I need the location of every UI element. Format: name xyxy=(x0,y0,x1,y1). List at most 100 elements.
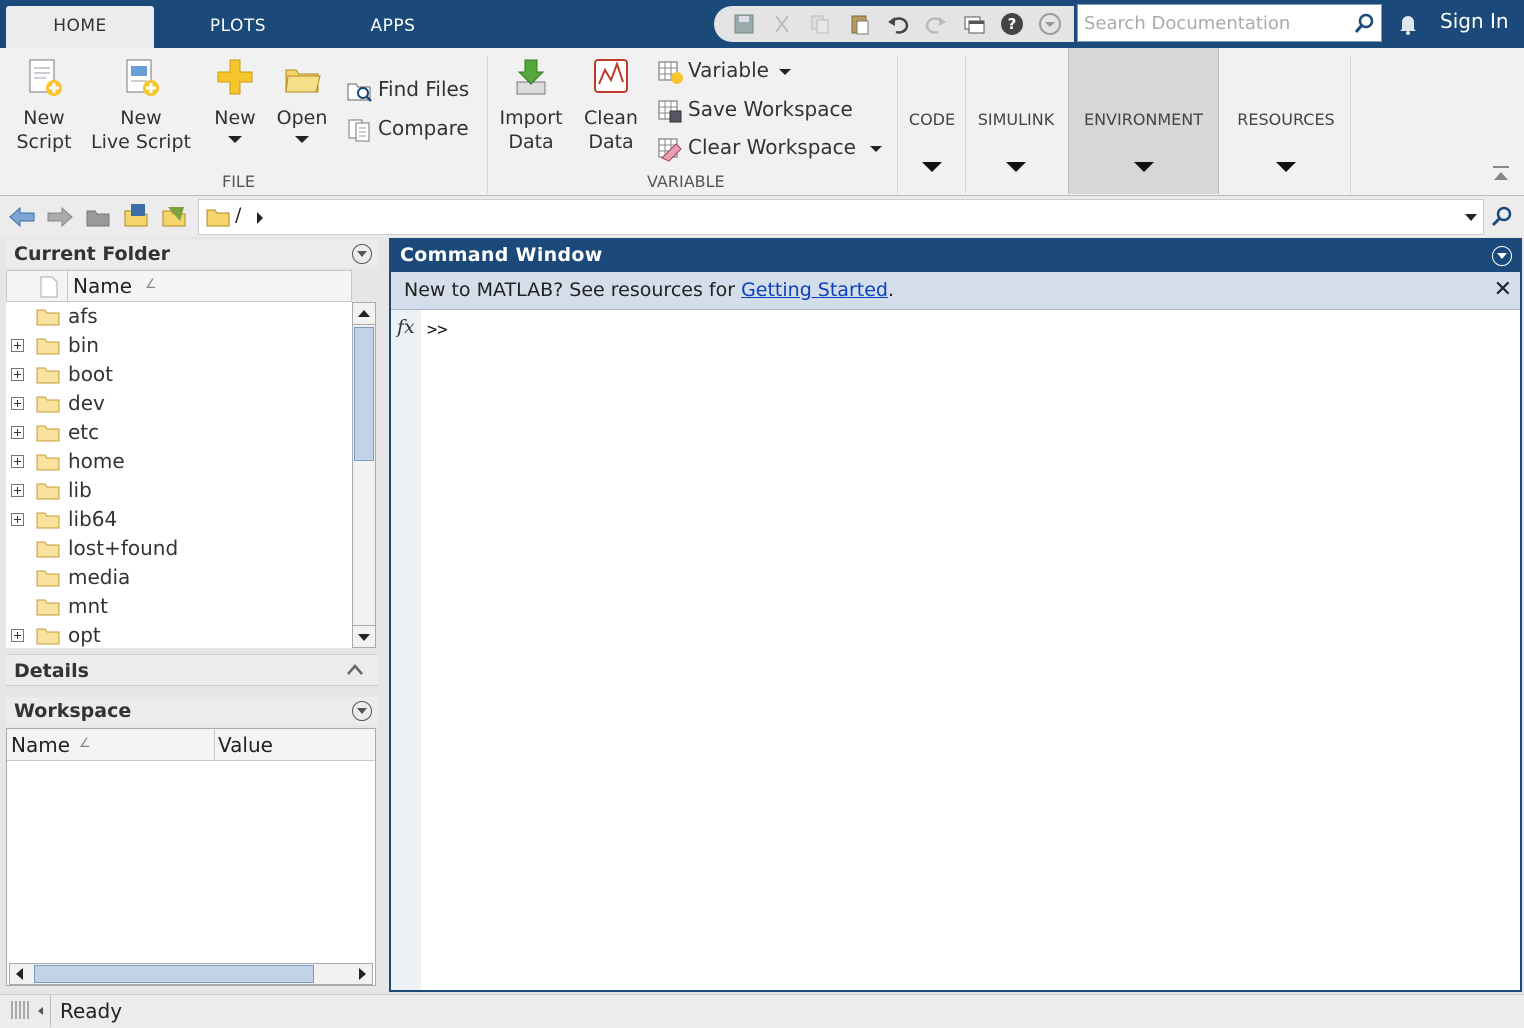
folder-row[interactable]: dev xyxy=(6,389,352,418)
command-window: Command Window New to MATLAB? See resour… xyxy=(389,238,1522,992)
folder-row[interactable]: afs xyxy=(6,302,352,331)
search-folder-icon[interactable] xyxy=(160,201,190,229)
new-script-icon xyxy=(29,59,62,96)
folder-row[interactable]: boot xyxy=(6,360,352,389)
folder-icon xyxy=(36,338,60,355)
tab-home[interactable]: HOME xyxy=(6,6,154,48)
search-icon[interactable] xyxy=(1490,205,1514,229)
sign-in-link[interactable]: Sign In xyxy=(1440,9,1509,33)
chevron-right-icon[interactable] xyxy=(257,212,263,224)
folder-row[interactable]: mnt xyxy=(6,592,352,621)
variable-button[interactable]: Variable xyxy=(656,55,792,85)
panel-actions-icon[interactable] xyxy=(1492,246,1512,266)
path-field[interactable]: / xyxy=(198,199,1484,235)
import-data-icon xyxy=(516,59,546,95)
save-workspace-button[interactable]: Save Workspace xyxy=(656,94,853,124)
expand-icon[interactable] xyxy=(11,513,24,526)
help-icon[interactable]: ? xyxy=(1000,12,1024,36)
expand-icon[interactable] xyxy=(11,629,24,642)
up-folder-icon[interactable] xyxy=(84,203,112,229)
new-script-button[interactable]: New Script xyxy=(8,56,80,154)
notifications-bell-icon[interactable] xyxy=(1396,11,1420,35)
command-prompt[interactable]: >> xyxy=(427,320,447,340)
close-icon[interactable]: ✕ xyxy=(1494,272,1512,308)
search-input[interactable] xyxy=(1078,5,1348,41)
workspace-value-column[interactable]: Value xyxy=(218,733,273,757)
folder-name: mnt xyxy=(68,594,108,618)
folder-name: afs xyxy=(68,304,98,328)
folder-row[interactable]: opt xyxy=(6,621,352,648)
redo-icon[interactable] xyxy=(924,12,948,36)
chevron-left-icon[interactable] xyxy=(16,968,23,980)
folder-row[interactable]: home xyxy=(6,447,352,476)
folder-row[interactable]: lib xyxy=(6,476,352,505)
folder-name: media xyxy=(68,565,131,589)
getting-started-link[interactable]: Getting Started xyxy=(741,279,888,301)
expand-icon[interactable] xyxy=(11,484,24,497)
forward-arrow-icon[interactable] xyxy=(46,205,74,229)
folder-row[interactable]: media xyxy=(6,563,352,592)
banner-text: New to MATLAB? See resources for xyxy=(404,279,742,301)
column-divider xyxy=(214,729,215,761)
new-label: New xyxy=(214,107,256,129)
chevron-up-icon[interactable] xyxy=(346,663,364,677)
details-header[interactable]: Details xyxy=(6,654,378,686)
chevron-down-icon[interactable] xyxy=(1465,214,1477,221)
collapse-ribbon-icon[interactable] xyxy=(1491,164,1511,184)
switch-windows-icon[interactable] xyxy=(962,12,986,36)
function-browser-icon[interactable]: fx xyxy=(397,316,415,338)
save-icon[interactable] xyxy=(732,12,756,36)
expand-icon[interactable] xyxy=(11,339,24,352)
hscroll-thumb[interactable] xyxy=(34,965,314,983)
folder-name: boot xyxy=(68,362,114,386)
chevron-right-icon[interactable] xyxy=(359,968,366,980)
folder-row[interactable]: lib64 xyxy=(6,505,352,534)
expand-icon[interactable] xyxy=(11,426,24,439)
cut-icon[interactable] xyxy=(770,12,794,36)
current-folder-list: afs bin boot dev etc home lib lib64 lost+found me… xyxy=(6,302,352,648)
clean-data-button[interactable]: Clean Data xyxy=(574,56,648,154)
clear-workspace-button[interactable]: Clear Workspace xyxy=(656,132,883,162)
folder-row[interactable]: bin xyxy=(6,331,352,360)
name-column-header[interactable]: Name xyxy=(73,274,132,298)
getting-started-banner: New to MATLAB? See resources for Getting… xyxy=(391,272,1520,310)
command-gutter xyxy=(391,310,421,990)
scroll-up-button[interactable] xyxy=(353,303,375,325)
compare-button[interactable]: Compare xyxy=(346,113,469,143)
folder-row[interactable]: lost+found xyxy=(6,534,352,563)
search-icon[interactable] xyxy=(1353,13,1375,35)
open-button[interactable]: Open xyxy=(270,56,334,143)
scroll-thumb[interactable] xyxy=(354,327,374,461)
panel-actions-icon[interactable] xyxy=(352,244,372,264)
path-segment-root[interactable]: / xyxy=(235,204,241,226)
scroll-down-button[interactable] xyxy=(353,625,375,647)
paste-icon[interactable] xyxy=(848,12,872,36)
folder-scrollbar[interactable] xyxy=(352,302,376,648)
clear-workspace-icon xyxy=(658,138,682,162)
simulink-group-button[interactable]: SIMULINK xyxy=(966,110,1066,194)
environment-group-button[interactable]: ENVIRONMENT xyxy=(1068,110,1219,194)
workspace-name-column[interactable]: Name xyxy=(11,733,70,757)
chevron-down-icon xyxy=(870,145,883,152)
panel-actions-icon[interactable] xyxy=(352,701,372,721)
undo-icon[interactable] xyxy=(886,12,910,36)
folder-row[interactable]: etc xyxy=(6,418,352,447)
new-button[interactable]: New xyxy=(204,56,266,143)
expand-icon[interactable] xyxy=(11,368,24,381)
workspace-hscrollbar[interactable] xyxy=(9,963,373,985)
browse-folder-icon[interactable] xyxy=(122,201,150,229)
copy-icon[interactable] xyxy=(808,12,832,36)
find-files-button[interactable]: Find Files xyxy=(346,74,469,104)
back-arrow-icon[interactable] xyxy=(8,205,36,229)
folder-name: dev xyxy=(68,391,105,415)
tab-apps[interactable]: APPS xyxy=(330,6,456,48)
import-data-button[interactable]: Import Data xyxy=(494,56,568,154)
resources-group-button[interactable]: RESOURCES xyxy=(1222,110,1350,194)
expand-icon[interactable] xyxy=(11,397,24,410)
new-live-script-button[interactable]: New Live Script xyxy=(88,56,194,154)
tab-plots[interactable]: PLOTS xyxy=(176,6,300,48)
expand-icon[interactable] xyxy=(11,455,24,468)
command-window-header: Command Window xyxy=(391,240,1520,272)
code-group-button[interactable]: CODE xyxy=(900,110,964,194)
more-options-icon[interactable] xyxy=(1038,12,1062,36)
